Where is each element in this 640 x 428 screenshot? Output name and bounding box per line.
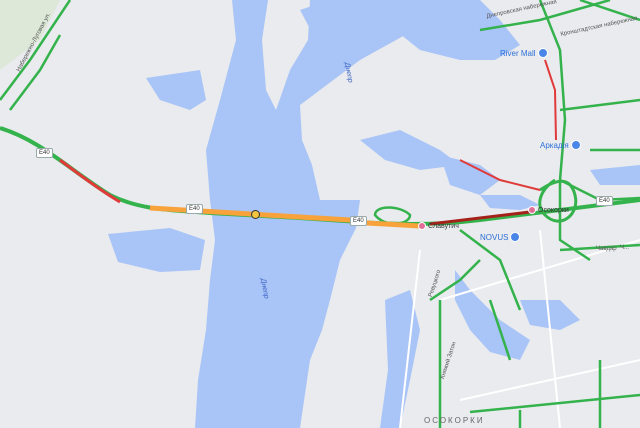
poi-novus[interactable]: NOVUS [480, 232, 521, 242]
poi-label: NOVUS [480, 232, 509, 242]
road-shield: E40 [36, 148, 53, 158]
warning-icon[interactable] [251, 210, 260, 219]
poi-river-mall[interactable]: River Mall [500, 48, 548, 58]
road-shield: E40 [186, 204, 203, 214]
metro-icon [418, 222, 426, 230]
shopping-icon [570, 140, 581, 150]
road-shield: E40 [350, 216, 367, 226]
poi-label: Аркадія [540, 140, 569, 150]
map-canvas[interactable]: Днепр Днепр E40 E40 E40 E40 River Mall А… [0, 0, 640, 428]
map-layer[interactable] [0, 0, 640, 428]
district-label: ОСОКОРКИ [424, 416, 485, 425]
street-label: Чавдар [596, 246, 617, 252]
street-label: Ч... [620, 245, 629, 251]
poi-slavutych[interactable]: Славутич [418, 222, 459, 230]
road-shield: E40 [596, 196, 613, 206]
poi-label: River Mall [500, 48, 536, 58]
metro-icon [528, 206, 536, 214]
poi-osokorky-metro[interactable]: Осокорки [528, 206, 569, 214]
poi-arkadia[interactable]: Аркадія [540, 140, 581, 150]
shopping-icon [510, 232, 521, 242]
poi-label: Славутич [428, 222, 459, 230]
poi-label: Осокорки [538, 206, 569, 214]
shopping-icon [537, 48, 548, 58]
